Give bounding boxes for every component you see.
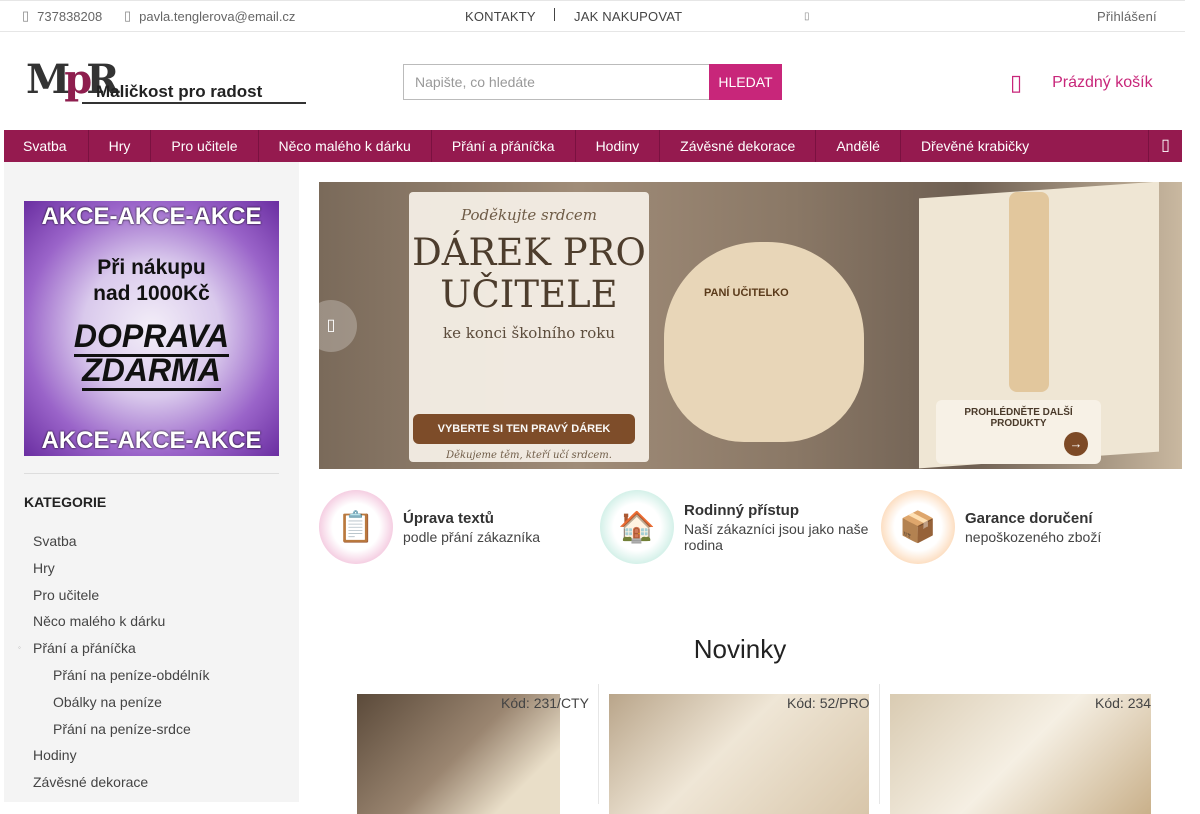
login-link[interactable]: Přihlášení <box>1097 9 1157 24</box>
product-code: Kód: 234 <box>1095 695 1152 711</box>
subcategory-item[interactable]: Obálky na peníze <box>33 689 209 716</box>
promo-banner[interactable]: AKCE-AKCE-AKCE Při nákupu nad 1000Kč DOP… <box>24 201 279 456</box>
banner-clover-title: PANÍ UČITELKO <box>704 287 789 299</box>
feature-description: nepoškozeného zboží <box>965 528 1102 545</box>
promo-line-2a: Při nákupu <box>97 256 206 279</box>
search-bar: HLEDAT <box>403 64 782 100</box>
nav-kontakty-link[interactable]: KONTAKTY <box>465 9 536 24</box>
phone-number: 737838208 <box>37 8 103 24</box>
promo-line-4: AKCE-AKCE-AKCE <box>41 427 262 454</box>
cart-label: Prázdný košík <box>1052 74 1153 91</box>
banner-card-title: PROHLÉDNĚTE DALŠÍ PRODUKTY <box>964 407 1073 429</box>
menu-item-zavesne-dekorace[interactable]: Závěsné dekorace <box>660 130 817 162</box>
feature-title: Rodinný přístup <box>684 501 799 519</box>
category-item[interactable]: Hodiny <box>33 742 209 769</box>
banner-cta-button[interactable]: VYBERTE SI TEN PRAVÝ DÁREK <box>413 414 635 444</box>
product-card[interactable]: Kód: 231/CTY <box>318 684 598 814</box>
feature-description: Naší zákazníci jsou jako naše rodina <box>684 520 869 553</box>
banner-title-line-2: UČITELE <box>440 273 618 316</box>
product-divider <box>598 684 599 804</box>
menu-item-hodiny[interactable]: Hodiny <box>576 130 661 162</box>
clipboard-pen-icon: 📋 <box>319 490 393 564</box>
category-item[interactable]: Svatba <box>33 528 209 555</box>
phone-contact[interactable]: ▯ 737838208 <box>22 8 102 24</box>
category-item[interactable]: Něco malého k dárku <box>33 608 209 635</box>
product-image[interactable] <box>890 694 1151 814</box>
menu-more-icon[interactable]: ▯ <box>1148 130 1182 162</box>
search-input[interactable] <box>403 64 709 100</box>
feature-text: Garance doručení nepoškozeného zboží <box>965 510 1101 545</box>
nav-jak-nakupovat-link[interactable]: JAK NAKUPOVAT <box>574 9 682 24</box>
category-item[interactable]: Závěsné dekorace <box>33 769 209 796</box>
promo-line-2: Při nákupu nad 1000Kč <box>24 255 279 307</box>
sidebar: AKCE-AKCE-AKCE Při nákupu nad 1000Kč DOP… <box>4 162 299 802</box>
menu-item-pro-ucitele[interactable]: Pro učitele <box>151 130 259 162</box>
banner-subtitle: Poděkujte srdcem <box>460 206 598 224</box>
logo-underline <box>82 102 306 104</box>
menu-item-svatba[interactable]: Svatba <box>4 130 89 162</box>
section-title-novinky: Novinky <box>693 634 787 664</box>
cart[interactable]: ▯ Prázdný košík <box>1010 70 1153 96</box>
promo-line-3a: DOPRAVA <box>24 318 279 357</box>
category-item[interactable]: Hry <box>33 555 209 582</box>
package-hands-icon: 📦 <box>881 490 955 564</box>
feature-family: 🏠 Rodinný přístup Naší zákazníci jsou ja… <box>600 490 874 564</box>
email-address: pavla.tenglerova@email.cz <box>139 8 296 24</box>
promo-line-3b-text: ZDARMA <box>82 352 221 391</box>
promo-line-3b: ZDARMA <box>24 352 279 391</box>
product-card[interactable]: Kód: 234 <box>879 684 1181 814</box>
product-card[interactable]: Kód: 52/PRO <box>598 684 879 814</box>
promo-line-2b: nad 1000Kč <box>93 282 210 305</box>
subcategory-item[interactable]: Přání na peníze-obdélník <box>33 662 209 689</box>
feature-text: Úprava textů podle přání zákazníka <box>403 510 540 545</box>
more-icon[interactable]: ▯ <box>804 11 810 22</box>
header: MpR Maličkost pro radost HLEDAT ▯ Prázdn… <box>0 32 1185 130</box>
cart-icon: ▯ <box>1010 70 1023 95</box>
banner-footer-text: Děkujeme těm, kteří učí srdcem. <box>446 450 612 461</box>
banner-tagline: ke konci školního roku <box>443 324 615 342</box>
feature-description: podle přání zákazníka <box>403 528 540 545</box>
subcategory-item[interactable]: Přání na peníze-srdce <box>33 716 209 743</box>
banner-title-line-1: DÁREK PRO <box>412 231 646 274</box>
product-code: Kód: 231/CTY <box>501 695 589 711</box>
slider-prev-icon[interactable]: ▯ <box>305 300 357 352</box>
menu-item-andele[interactable]: Andělé <box>816 130 901 162</box>
feature-title: Garance doručení <box>965 509 1093 527</box>
banner-bookmark-image <box>1009 192 1049 392</box>
categories-title: KATEGORIE <box>24 494 107 510</box>
email-contact[interactable]: ▯ pavla.tenglerova@email.cz <box>124 8 295 24</box>
menu-item-hry[interactable]: Hry <box>89 130 152 162</box>
feature-title: Úprava textů <box>403 509 494 527</box>
search-button[interactable]: HLEDAT <box>709 64 782 100</box>
banner-title: DÁREK PRO UČITELE <box>409 232 649 316</box>
mail-icon: ▯ <box>124 8 132 23</box>
product-divider <box>879 684 880 804</box>
promo-line-1: AKCE-AKCE-AKCE <box>41 203 262 230</box>
feature-text: Rodinný přístup Naší zákazníci jsou jako… <box>684 502 874 553</box>
product-image[interactable] <box>609 694 869 814</box>
family-house-icon: 🏠 <box>600 490 674 564</box>
top-bar: ▯ 737838208 ▯ pavla.tenglerova@email.cz … <box>0 0 1185 32</box>
logo-text: Maličkost pro radost <box>96 82 263 101</box>
banner-clover-image <box>664 242 864 442</box>
menu-item-drevene-krabicky[interactable]: Dřevěné krabičky <box>901 130 1049 162</box>
main-menu: Svatba Hry Pro učitele Něco malého k dár… <box>4 130 1182 162</box>
feature-delivery: 📦 Garance doručení nepoškozeného zboží <box>881 490 1101 564</box>
banner-text-panel: Poděkujte srdcem DÁREK PRO UČITELE ke ko… <box>409 192 649 462</box>
product-code: Kód: 52/PRO <box>787 695 870 711</box>
arrow-right-icon[interactable]: → <box>1064 432 1088 456</box>
hero-banner[interactable]: Poděkujte srdcem DÁREK PRO UČITELE ke ko… <box>319 182 1182 469</box>
product-image[interactable] <box>357 694 560 814</box>
feature-text-edit: 📋 Úprava textů podle přání zákazníka <box>319 490 540 564</box>
menu-item-neco-maleho[interactable]: Něco malého k dárku <box>259 130 432 162</box>
promo-line-3: DOPRAVA ZDARMA <box>24 318 279 391</box>
site-logo[interactable]: MpR Maličkost pro radost <box>26 60 306 104</box>
category-item[interactable]: Pro učitele <box>33 582 209 609</box>
nav-divider <box>554 8 555 21</box>
phone-icon: ▯ <box>22 8 30 23</box>
sidebar-divider <box>24 473 279 474</box>
menu-item-prani[interactable]: Přání a přáníčka <box>432 130 576 162</box>
